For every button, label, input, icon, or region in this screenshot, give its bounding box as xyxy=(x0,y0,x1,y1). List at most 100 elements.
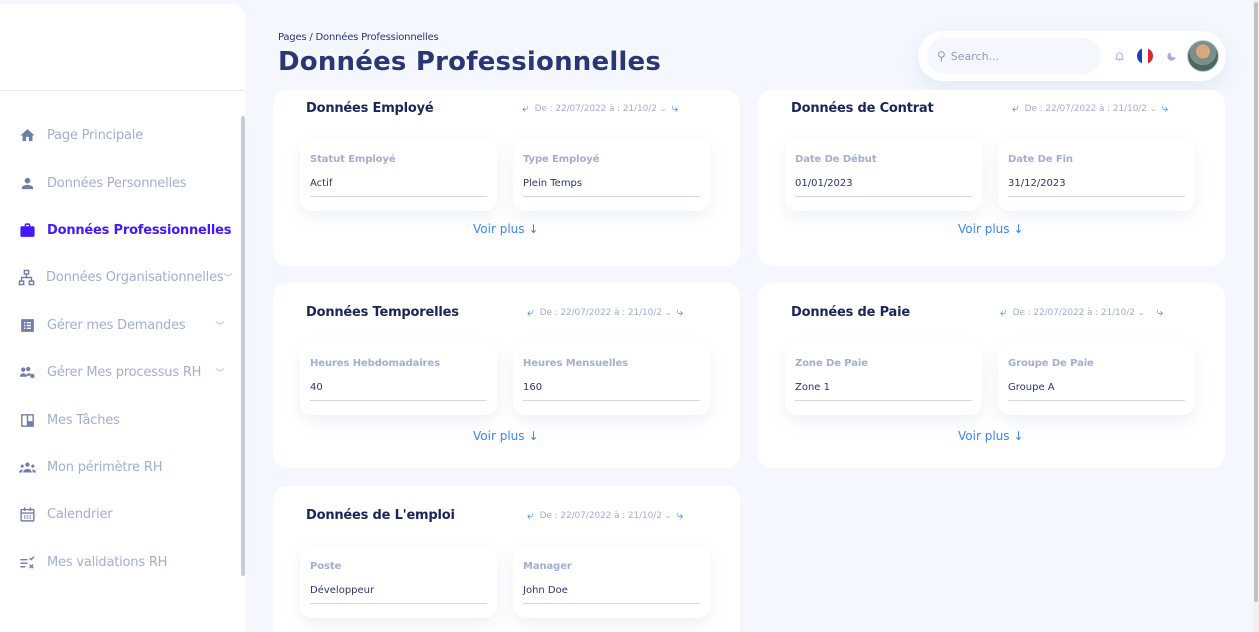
topbar: ⚲ Search... xyxy=(918,31,1226,81)
arrow-left-icon[interactable]: ⤶ xyxy=(1000,305,1007,320)
date-range-text: De : 22/07/2022 à : 21/10/2 xyxy=(534,103,657,114)
chevron-down-icon[interactable]: ﹀ xyxy=(215,366,224,379)
field-value[interactable]: 31/12/2023 xyxy=(1008,178,1185,197)
card-donnees-emploi: Données de L'emploi ⤶ De : 22/07/2022 à … xyxy=(273,486,740,632)
field-poste: Poste Développeur xyxy=(300,546,497,618)
date-range-text: De : 22/07/2022 à : 21/10/2 xyxy=(1024,103,1147,114)
field-value[interactable]: Développeur xyxy=(310,585,487,604)
arrow-left-icon[interactable]: ⤶ xyxy=(527,305,534,320)
field-label: Manager xyxy=(523,561,572,572)
arrow-right-icon[interactable]: ⤷ xyxy=(676,305,683,320)
voir-plus-link[interactable]: Voir plus ↓ xyxy=(958,222,1024,236)
chevron-down-icon[interactable]: ⌄ xyxy=(1138,308,1145,317)
sidebar: Page Principale Données Personnelles Don… xyxy=(0,4,245,632)
sidebar-item-label: Données Personnelles xyxy=(47,175,187,191)
page-title: Données Professionnelles xyxy=(278,47,662,77)
field-heures-mensuelles: Heures Mensuelles 160 xyxy=(513,343,710,415)
field-value[interactable]: 01/01/2023 xyxy=(795,178,972,197)
page-scrollbar-track[interactable] xyxy=(1253,0,1259,632)
card-title: Données de Contrat xyxy=(791,101,934,116)
bell-icon[interactable] xyxy=(1114,50,1125,62)
chevron-down-icon[interactable]: ⌄ xyxy=(1150,104,1157,113)
avatar[interactable] xyxy=(1187,40,1219,72)
chevron-down-icon[interactable]: ﹀ xyxy=(215,319,224,332)
sidebar-item-donnees-personnelles[interactable]: Données Personnelles xyxy=(0,159,240,206)
checklist-icon xyxy=(18,553,36,571)
date-range-selector[interactable]: ⤶ De : 22/07/2022 à : 21/10/2 ⌄ ⤷ xyxy=(527,305,683,320)
field-label: Type Employé xyxy=(523,154,600,165)
field-value[interactable]: Zone 1 xyxy=(795,382,972,401)
search-input[interactable]: ⚲ Search... xyxy=(927,38,1101,74)
field-type-employe: Type Employé Plein Temps xyxy=(513,139,710,211)
voir-plus-link[interactable]: Voir plus ↓ xyxy=(473,429,539,443)
sidebar-item-mes-validations-rh[interactable]: Mes validations RH xyxy=(0,539,240,586)
field-label: Statut Employé xyxy=(310,154,396,165)
arrow-left-icon[interactable]: ⤶ xyxy=(522,101,529,116)
field-statut-employe: Statut Employé Actif xyxy=(300,139,497,211)
breadcrumb[interactable]: Pages / Données Professionnelles xyxy=(278,32,439,43)
voir-plus-label: Voir plus xyxy=(958,222,1010,236)
card-donnees-employe: Données Employé ⤶ De : 22/07/2022 à : 21… xyxy=(273,90,740,266)
arrow-down-icon: ↓ xyxy=(1013,429,1024,443)
field-value[interactable]: Plein Temps xyxy=(523,178,700,197)
field-value[interactable]: 40 xyxy=(310,382,487,401)
list-icon xyxy=(18,316,36,334)
card-title: Données de Paie xyxy=(791,305,911,320)
date-range-selector[interactable]: ⤶ De : 22/07/2022 à : 21/10/2 ⌄ ⤷ xyxy=(1000,305,1163,320)
arrow-down-icon: ↓ xyxy=(528,222,539,236)
field-value[interactable]: John Doe xyxy=(523,585,700,604)
card-donnees-contrat: Données de Contrat ⤶ De : 22/07/2022 à :… xyxy=(758,90,1225,266)
date-range-text: De : 22/07/2022 à : 21/10/2 xyxy=(539,307,662,318)
voir-plus-link[interactable]: Voir plus ↓ xyxy=(473,222,539,236)
arrow-right-icon[interactable]: ⤷ xyxy=(1161,101,1168,116)
sidebar-item-mon-perimetre-rh[interactable]: Mon périmètre RH xyxy=(0,444,240,491)
field-value[interactable]: 160 xyxy=(523,382,700,401)
sidebar-item-gerer-mes-processus-rh[interactable]: Gérer Mes processus RH ﹀ xyxy=(0,349,240,396)
field-value[interactable]: Groupe A xyxy=(1008,382,1185,401)
field-groupe-de-paie: Groupe De Paie Groupe A xyxy=(998,343,1195,415)
sidebar-item-label: Page Principale xyxy=(47,128,143,144)
chevron-down-icon[interactable]: ⌄ xyxy=(665,511,672,520)
field-value[interactable]: Actif xyxy=(310,178,487,197)
sidebar-item-gerer-mes-demandes[interactable]: Gérer mes Demandes ﹀ xyxy=(0,302,240,349)
arrow-right-icon[interactable]: ⤷ xyxy=(676,508,683,523)
sidebar-item-donnees-organisationnelles[interactable]: Données Organisationnelles ﹀ xyxy=(0,254,240,301)
person-icon xyxy=(18,174,36,192)
calendar-icon xyxy=(18,506,36,524)
arrow-left-icon[interactable]: ⤶ xyxy=(1012,101,1019,116)
date-range-selector[interactable]: ⤶ De : 22/07/2022 à : 21/10/2 ⌄ ⤷ xyxy=(527,508,683,523)
date-range-selector[interactable]: ⤶ De : 22/07/2022 à : 21/10/2 ⌄ ⤷ xyxy=(522,101,678,116)
sidebar-item-mes-taches[interactable]: Mes Tâches xyxy=(0,396,240,443)
date-range-text: De : 22/07/2022 à : 21/10/2 xyxy=(1012,307,1135,318)
field-label: Poste xyxy=(310,561,342,572)
chevron-down-icon[interactable]: ﹀ xyxy=(223,271,232,284)
page-scrollbar-thumb[interactable] xyxy=(1254,2,1258,602)
date-range-selector[interactable]: ⤶ De : 22/07/2022 à : 21/10/2 ⌄ ⤷ xyxy=(1012,101,1168,116)
org-chart-icon xyxy=(18,269,35,287)
chevron-down-icon[interactable]: ⌄ xyxy=(660,104,667,113)
sidebar-item-label: Calendrier xyxy=(47,507,113,523)
people-gear-icon xyxy=(18,364,36,382)
chevron-down-icon[interactable]: ⌄ xyxy=(665,308,672,317)
field-label: Date De Début xyxy=(795,154,877,165)
sidebar-scrollbar[interactable] xyxy=(241,116,245,576)
sidebar-item-page-principale[interactable]: Page Principale xyxy=(0,112,240,159)
date-range-text: De : 22/07/2022 à : 21/10/2 xyxy=(539,510,662,521)
field-date-de-debut: Date De Début 01/01/2023 xyxy=(785,139,982,211)
sidebar-item-donnees-professionnelles[interactable]: Données Professionnelles xyxy=(0,207,240,254)
moon-icon[interactable] xyxy=(1166,51,1177,62)
sidebar-item-label: Gérer Mes processus RH xyxy=(47,365,202,381)
card-title: Données Temporelles xyxy=(306,305,459,320)
arrow-left-icon[interactable]: ⤶ xyxy=(527,508,534,523)
search-placeholder: Search... xyxy=(950,49,1000,63)
arrow-right-icon[interactable]: ⤷ xyxy=(1156,305,1163,320)
language-flag-icon[interactable] xyxy=(1137,48,1153,64)
field-date-de-fin: Date De Fin 31/12/2023 xyxy=(998,139,1195,211)
sidebar-nav: Page Principale Données Personnelles Don… xyxy=(0,112,240,586)
field-manager: Manager John Doe xyxy=(513,546,710,618)
voir-plus-link[interactable]: Voir plus ↓ xyxy=(958,429,1024,443)
sidebar-item-calendrier[interactable]: Calendrier xyxy=(0,491,240,538)
arrow-right-icon[interactable]: ⤷ xyxy=(671,101,678,116)
voir-plus-label: Voir plus xyxy=(473,222,525,236)
field-label: Groupe De Paie xyxy=(1008,358,1094,369)
